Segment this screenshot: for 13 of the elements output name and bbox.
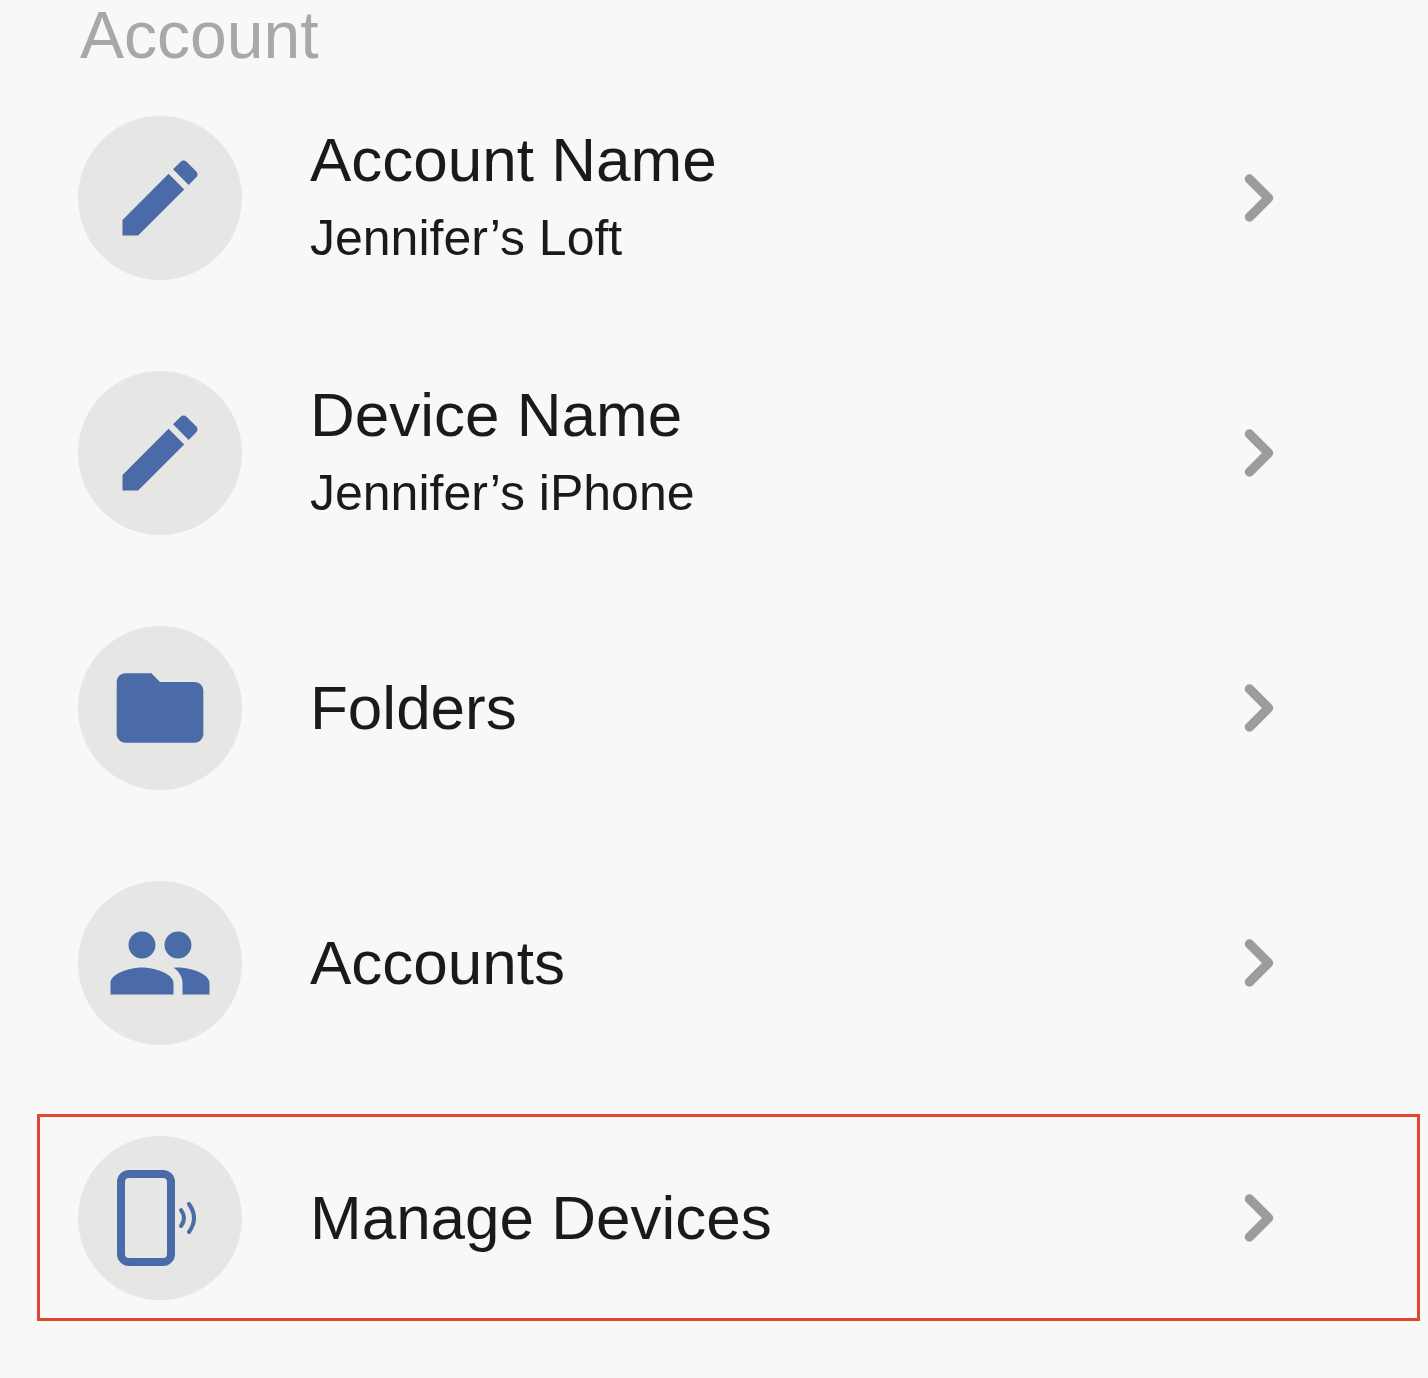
settings-row[interactable]: Accounts [37, 859, 1420, 1066]
row-title: Device Name [310, 378, 684, 451]
section-title: Account [80, 0, 319, 70]
row-subtitle: Jennifer’s Loft [310, 208, 624, 268]
row-title: Accounts [310, 926, 567, 999]
row-title: Folders [310, 671, 518, 744]
row-title: Manage Devices [310, 1181, 773, 1254]
row-subtitle: Jennifer’s iPhone [310, 463, 696, 523]
settings-row[interactable]: Manage Devices [37, 1114, 1420, 1321]
settings-row[interactable]: Folders [37, 604, 1420, 811]
settings-row[interactable]: Account Name Jennifer’s Loft [37, 94, 1420, 301]
row-title: Account Name [310, 123, 718, 196]
settings-row[interactable]: Device Name Jennifer’s iPhone [37, 349, 1420, 556]
